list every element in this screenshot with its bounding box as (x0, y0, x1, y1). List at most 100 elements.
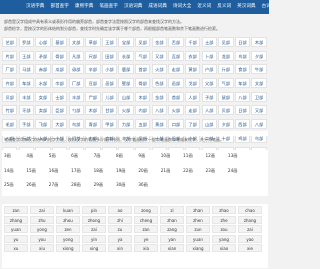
pinyin-link[interactable]: you (30, 234, 54, 243)
radical-link[interactable]: 马部 (18, 64, 35, 75)
stroke-count-link[interactable]: 29画 (94, 181, 114, 189)
radical-link[interactable]: 毋部 (68, 64, 84, 75)
radical-link[interactable]: 黄部 (151, 119, 168, 130)
radical-link[interactable]: 卫部 (251, 91, 267, 102)
radical-link[interactable]: 牛部 (251, 64, 267, 75)
radical-link[interactable]: 夕部 (251, 50, 267, 61)
radical-link[interactable]: 骨部 (135, 78, 151, 89)
pinyin-link[interactable]: xian (160, 244, 184, 253)
radical-link[interactable]: 见部 (135, 37, 151, 47)
stroke-count-link[interactable]: 22画 (183, 167, 203, 175)
pinyin-link[interactable]: zhan (160, 215, 184, 224)
radical-link[interactable]: 户部 (201, 64, 217, 75)
pinyin-link[interactable]: xiao (212, 244, 236, 253)
radical-link[interactable]: 邑部 (168, 78, 184, 89)
pinyin-link[interactable]: xiu (30, 244, 54, 253)
radical-link[interactable]: 衣部 (184, 50, 201, 61)
pinyin-link[interactable]: zen (56, 225, 80, 234)
radical-link[interactable]: 毛部 (2, 119, 18, 130)
pinyin-link[interactable]: zhu (30, 215, 54, 224)
radical-link[interactable]: 齐部 (2, 78, 18, 89)
pinyin-link[interactable]: ya (108, 234, 132, 243)
pinyin-link[interactable]: yang (212, 234, 236, 243)
radical-link[interactable]: 人部 (201, 105, 217, 116)
pinyin-link[interactable]: yu (4, 234, 28, 243)
nav-link[interactable]: 近义词 (197, 0, 211, 14)
pinyin-link[interactable]: zang (160, 225, 184, 234)
pinyin-link[interactable]: yong (30, 225, 54, 234)
stroke-count-link[interactable]: 24画 (228, 167, 248, 175)
stroke-count-link[interactable]: 10画 (161, 152, 181, 160)
radical-link[interactable]: 卜部 (201, 50, 217, 61)
pinyin-link[interactable]: cheng (134, 215, 158, 224)
radical-link[interactable]: 金部 (151, 37, 168, 47)
radical-link[interactable]: 戈部 (184, 78, 201, 89)
pinyin-link[interactable]: zi (160, 206, 184, 214)
radical-link[interactable]: 车部 (234, 78, 251, 89)
radical-link[interactable]: 龙部 (218, 50, 234, 61)
radical-link[interactable]: 厂部 (68, 78, 84, 89)
radical-link[interactable]: 邑部 (101, 78, 118, 89)
radical-link[interactable]: 臣部 (51, 105, 68, 116)
pinyin-link[interactable]: zhang (238, 215, 262, 224)
radical-link[interactable]: 甘部 (101, 105, 118, 116)
nav-link[interactable]: 反义词 (217, 0, 231, 14)
radical-link[interactable]: 人部 (184, 91, 201, 102)
radical-link[interactable]: 气部 (135, 50, 151, 61)
radical-link[interactable]: 手部 (18, 119, 35, 130)
pinyin-link[interactable]: pin (82, 206, 106, 214)
pinyin-link[interactable]: zai (238, 225, 262, 234)
radical-link[interactable]: 辛部 (85, 64, 101, 75)
radical-link[interactable]: 气部 (218, 78, 234, 89)
radical-link[interactable]: 王部 (101, 37, 118, 47)
pinyin-link[interactable]: chao (238, 206, 262, 214)
pinyin-link[interactable]: zong (134, 206, 158, 214)
radical-link[interactable]: 木部 (251, 37, 267, 47)
radical-link[interactable]: 八部 (251, 119, 267, 130)
radical-link[interactable]: 八部 (234, 91, 251, 102)
radical-link[interactable]: 凡部 (68, 50, 84, 61)
stroke-count-link[interactable]: 27画 (49, 181, 69, 189)
radical-link[interactable]: 文部 (251, 78, 267, 89)
radical-link[interactable]: 内部 (135, 105, 151, 116)
radical-link[interactable]: 子部 (201, 91, 217, 102)
radical-link[interactable]: 宝部 (118, 37, 134, 47)
pinyin-link[interactable]: zhe (212, 215, 236, 224)
radical-link[interactable]: 首部 (168, 91, 184, 102)
radical-link[interactable]: 勺部 (68, 105, 84, 116)
nav-link[interactable]: 汉语词典 (124, 0, 142, 14)
stroke-count-link[interactable]: 14画 (4, 167, 24, 175)
radical-link[interactable]: 山部 (201, 119, 217, 130)
radical-link[interactable]: 贝部 (218, 105, 234, 116)
radical-link[interactable]: 山部 (118, 91, 134, 102)
pinyin-link[interactable]: yuan (4, 225, 28, 234)
radical-link[interactable]: 甲部 (101, 119, 118, 130)
radical-link[interactable]: 小部 (101, 64, 118, 75)
radical-link[interactable]: 又部 (151, 50, 168, 61)
radical-link[interactable]: 了部 (184, 119, 201, 130)
radical-link[interactable]: 瓜部 (51, 64, 68, 75)
radical-link[interactable]: 又部 (251, 105, 267, 116)
stroke-count-link[interactable]: 12画 (206, 152, 226, 160)
radical-link[interactable]: 火部 (168, 105, 184, 116)
pinyin-link[interactable]: zai (82, 225, 106, 234)
nav-link[interactable]: 汉语字典 (26, 0, 44, 14)
stroke-count-link[interactable]: 17画 (71, 167, 91, 175)
radical-link[interactable]: 丰部 (68, 91, 84, 102)
radical-link[interactable]: 尺部 (85, 50, 101, 61)
pinyin-link[interactable]: xiang (186, 244, 210, 253)
pinyin-link[interactable]: zhen (186, 215, 210, 224)
radical-link[interactable]: 色部 (151, 78, 168, 89)
radical-link[interactable]: 片部 (2, 50, 18, 61)
radical-link[interactable]: 日部 (234, 37, 251, 47)
radical-link[interactable]: 车部 (18, 78, 35, 89)
stroke-count-link[interactable]: 15画 (26, 167, 46, 175)
radical-link[interactable]: 骨部 (51, 50, 68, 61)
pinyin-link[interactable]: xiong (56, 244, 80, 253)
radical-link[interactable]: 五部 (135, 119, 151, 130)
pinyin-link[interactable]: zhi (108, 215, 132, 224)
radical-link[interactable]: 卖部 (35, 105, 51, 116)
stroke-count-link[interactable]: 16画 (49, 167, 69, 175)
radical-link[interactable]: 豆部 (85, 78, 101, 89)
pinyin-link[interactable]: zhong (82, 215, 106, 224)
